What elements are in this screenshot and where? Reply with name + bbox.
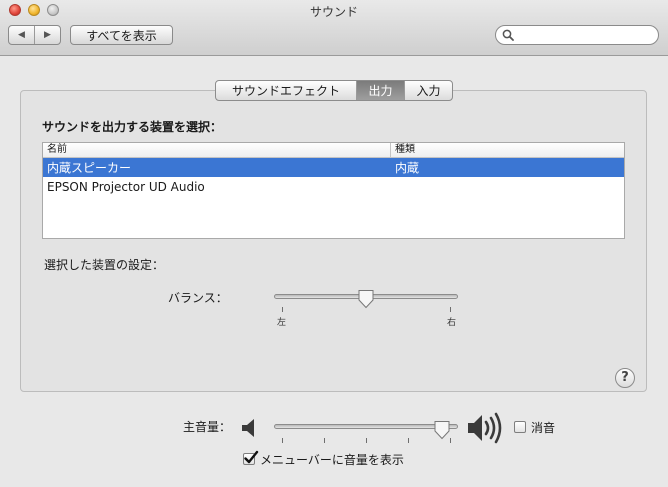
- speaker-high-icon: [468, 412, 502, 444]
- output-device-table: 名前 種類 内蔵スピーカー 内蔵 EPSON Projector UD Audi…: [42, 142, 625, 239]
- search-icon: [502, 29, 514, 41]
- forward-arrow-icon: ▶: [44, 30, 51, 40]
- search-field[interactable]: [495, 25, 659, 45]
- tab-bar: サウンドエフェクト 出力 入力: [215, 80, 453, 101]
- speaker-low-icon: [242, 419, 254, 437]
- volume-tick: [324, 438, 325, 443]
- window-toolbar: サウンド ◀ ▶ すべてを表示: [0, 0, 668, 56]
- tab-output[interactable]: 出力: [356, 81, 404, 100]
- volume-tick: [366, 438, 367, 443]
- checkmark-icon: [244, 450, 259, 464]
- output-volume-label: 主音量：: [183, 420, 232, 434]
- show-volume-in-menubar-checkbox[interactable]: [243, 450, 259, 465]
- show-volume-in-menubar-label[interactable]: メニューバーに音量を表示: [260, 451, 404, 468]
- balance-tick-left: [282, 307, 283, 312]
- device-name: EPSON Projector UD Audio: [47, 179, 205, 194]
- mute-checkbox[interactable]: [514, 421, 526, 433]
- volume-slider-track[interactable]: [274, 424, 458, 429]
- volume-tick: [282, 438, 283, 443]
- volume-slider-thumb[interactable]: [433, 420, 451, 440]
- tab-sound-effects[interactable]: サウンドエフェクト: [216, 81, 356, 100]
- balance-label: バランス：: [168, 291, 228, 305]
- window-title: サウンド: [309, 5, 358, 19]
- search-input[interactable]: [516, 27, 652, 43]
- balance-tick-right: [450, 307, 451, 312]
- volume-tick: [408, 438, 409, 443]
- device-settings-label: 選択した装置の設定：: [44, 258, 165, 272]
- balance-slider-thumb[interactable]: [357, 289, 375, 309]
- forward-button[interactable]: ▶: [34, 26, 60, 44]
- column-header-name[interactable]: 名前: [43, 143, 391, 157]
- device-name: 内蔵スピーカー: [47, 161, 132, 175]
- output-panel: [20, 90, 647, 392]
- tab-input[interactable]: 入力: [404, 81, 452, 100]
- help-button[interactable]: ?: [615, 368, 635, 388]
- output-device-heading: サウンドを出力する装置を選択：: [42, 120, 223, 134]
- show-all-button[interactable]: すべてを表示: [70, 25, 173, 45]
- column-header-type[interactable]: 種類: [391, 143, 415, 157]
- table-row[interactable]: 内蔵スピーカー 内蔵: [43, 158, 624, 177]
- device-type: 内蔵: [395, 161, 420, 175]
- table-row[interactable]: EPSON Projector UD Audio: [43, 177, 624, 196]
- balance-right-label: 右: [447, 318, 457, 328]
- table-header: 名前 種類: [43, 143, 624, 158]
- balance-left-label: 左: [277, 318, 287, 328]
- back-arrow-icon: ◀: [18, 30, 25, 40]
- mute-label[interactable]: 消音: [531, 419, 555, 436]
- navigation-buttons: ◀ ▶: [8, 25, 61, 45]
- back-button[interactable]: ◀: [9, 26, 34, 44]
